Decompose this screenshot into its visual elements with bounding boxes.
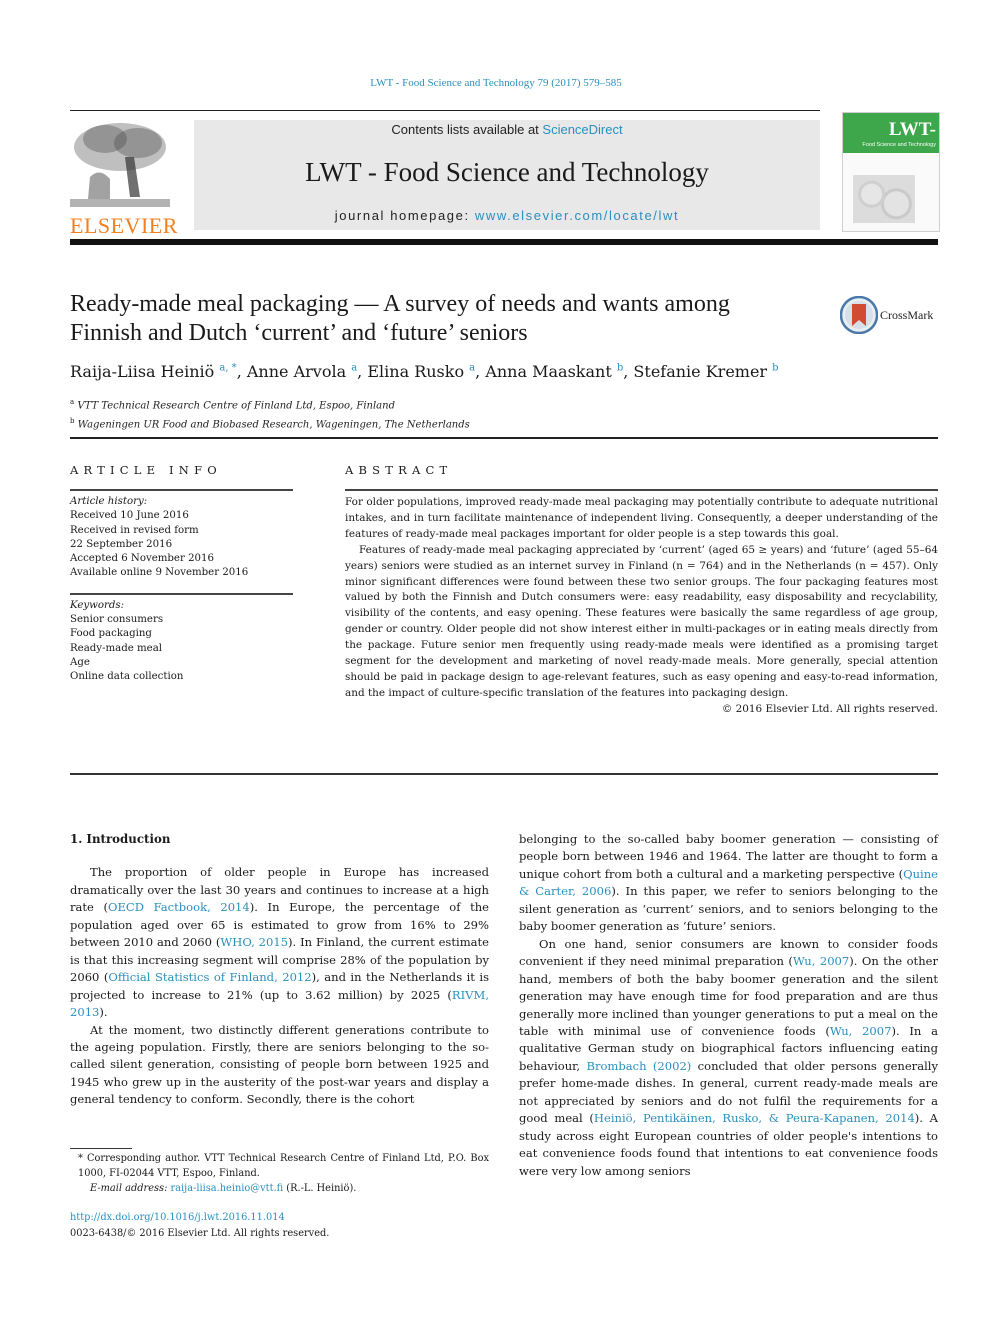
section-heading-introduction: 1. Introduction: [70, 832, 171, 846]
title-line-1: Ready-made meal packaging — A survey of …: [70, 291, 730, 317]
body-paragraph: belonging to the so-called baby boomer g…: [519, 831, 938, 936]
citation-link[interactable]: Wu, 2007: [830, 1024, 892, 1038]
body-paragraph: At the moment, two distinctly different …: [70, 1022, 489, 1107]
affiliations: a VTT Technical Research Centre of Finla…: [70, 395, 470, 433]
keywords-label: Keywords:: [70, 599, 125, 611]
history-item: 22 September 2016: [70, 538, 173, 550]
homepage-line: journal homepage: www.elsevier.com/locat…: [194, 208, 820, 223]
body-paragraph: The proportion of older people in Europe…: [70, 864, 489, 1021]
author-name[interactable]: Elina Rusko: [367, 362, 464, 381]
abstract-heading: ABSTRACT: [345, 463, 453, 477]
running-head[interactable]: LWT - Food Science and Technology 79 (20…: [0, 77, 992, 89]
article-info-rule: [70, 489, 293, 491]
history-item: Available online 9 November 2016: [70, 567, 249, 579]
contents-line: Contents lists available at ScienceDirec…: [194, 122, 820, 137]
keyword-item: Online data collection: [70, 671, 184, 683]
citation-link[interactable]: OECD Factbook, 2014: [108, 900, 250, 914]
article-title: Ready-made meal packaging — A survey of …: [70, 290, 820, 348]
affiliation-mark: b: [70, 416, 75, 425]
affiliation-item: b Wageningen UR Food and Biobased Resear…: [70, 414, 470, 433]
affiliation-mark: a: [70, 398, 75, 406]
doi-link[interactable]: http://dx.doi.org/10.1016/j.lwt.2016.11.…: [70, 1210, 329, 1226]
cover-image: [853, 175, 915, 223]
keyword-item: Ready-made meal: [70, 642, 163, 654]
cover-subtitle: Food Science and Technology: [862, 142, 936, 148]
body-column-right: belonging to the so-called baby boomer g…: [519, 831, 938, 1180]
keywords: Keywords: Senior consumers Food packagin…: [70, 599, 293, 685]
sciencedirect-link[interactable]: ScienceDirect: [542, 122, 622, 137]
keyword-item: Senior consumers: [70, 614, 164, 626]
author-affiliation-mark[interactable]: a, *: [219, 363, 236, 374]
author-name[interactable]: Anne Arvola: [247, 362, 346, 381]
elsevier-logo[interactable]: ELSEVIER: [70, 117, 177, 237]
doi-block: http://dx.doi.org/10.1016/j.lwt.2016.11.…: [70, 1210, 329, 1242]
email-link[interactable]: raija-liisa.heinio@vtt.fi: [171, 1183, 284, 1194]
keyword-item: Age: [70, 656, 90, 668]
keywords-rule: [70, 592, 293, 595]
citation-link[interactable]: Heiniö, Pentikäinen, Rusko, & Peura-Kapa…: [594, 1111, 915, 1125]
body-text: ).: [99, 1005, 108, 1020]
email-label: E-mail address:: [90, 1182, 171, 1194]
history-item: Accepted 6 November 2016: [70, 553, 214, 565]
history-item: Received 10 June 2016: [70, 510, 189, 522]
article-history-label: Article history:: [70, 496, 148, 507]
citation-link[interactable]: Official Statistics of Finland, 2012: [108, 970, 311, 984]
cover-title: LWT-: [888, 119, 936, 140]
abstract-paragraph: Features of ready-made meal packaging ap…: [345, 543, 938, 699]
article-info-panel: ARTICLE INFO Article history: Received 1…: [70, 463, 293, 685]
author-name[interactable]: Stefanie Kremer: [633, 362, 767, 381]
affiliation-text: Wageningen UR Food and Biobased Research…: [77, 419, 470, 431]
crossmark-icon: [840, 296, 878, 334]
abstract-divider: [70, 773, 938, 775]
keyword-item: Food packaging: [70, 628, 152, 640]
homepage-prefix: journal homepage:: [334, 208, 475, 223]
abstract-panel: ABSTRACT For older populations, improved…: [345, 463, 938, 715]
email-line: E-mail address: raija-liisa.heinio@vtt.f…: [70, 1182, 489, 1197]
crossmark-label: CrossMark: [880, 307, 934, 322]
author-name[interactable]: Raija-Liisa Heiniö: [70, 362, 214, 381]
author-name[interactable]: Anna Maaskant: [485, 362, 611, 381]
journal-banner: Contents lists available at ScienceDirec…: [194, 120, 820, 230]
abstract-rule: [345, 489, 938, 491]
citation-link[interactable]: Wu, 2007: [793, 954, 849, 968]
contents-prefix: Contents lists available at: [391, 122, 543, 137]
affiliation-item: a VTT Technical Research Centre of Finla…: [70, 395, 470, 414]
abstract-copyright: © 2016 Elsevier Ltd. All rights reserved…: [721, 702, 938, 715]
author-affiliation-mark[interactable]: a: [351, 363, 357, 374]
journal-citation-link[interactable]: LWT - Food Science and Technology 79 (20…: [370, 77, 622, 89]
corresponding-author-note: * Corresponding author. VTT Technical Re…: [78, 1153, 489, 1179]
journal-title: LWT - Food Science and Technology: [305, 157, 709, 187]
footnote: * Corresponding author. VTT Technical Re…: [70, 1152, 489, 1196]
email-suffix: (R.-L. Heiniö).: [283, 1182, 357, 1194]
citation-link[interactable]: WHO, 2015: [220, 935, 288, 949]
elsevier-wordmark: ELSEVIER: [70, 213, 178, 238]
affiliation-text: VTT Technical Research Centre of Finland…: [77, 400, 395, 412]
header-top-rule: [70, 110, 820, 111]
crossmark-button[interactable]: CrossMark: [840, 296, 933, 334]
author-list: Raija-Liisa Heiniö a, *, Anne Arvola a, …: [70, 362, 779, 381]
history-item: Received in revised form: [70, 524, 199, 536]
body-text: belonging to the so-called baby boomer g…: [519, 832, 938, 881]
footnote-rule: [70, 1148, 132, 1149]
body-column-left: 1. Introduction The proportion of older …: [70, 831, 489, 1109]
article-info-heading: ARTICLE INFO: [70, 463, 222, 477]
title-divider: [70, 437, 938, 439]
author-affiliation-mark[interactable]: b: [772, 363, 778, 374]
citation-link[interactable]: Brombach (2002): [586, 1059, 691, 1073]
title-line-2: Finnish and Dutch ‘current’ and ‘future’…: [70, 320, 528, 346]
article-history: Article history: Received 10 June 2016 R…: [70, 495, 293, 581]
author-affiliation-mark[interactable]: a: [469, 363, 475, 374]
journal-homepage-link[interactable]: www.elsevier.com/locate/lwt: [475, 208, 679, 223]
header-thick-rule: [70, 239, 938, 245]
journal-cover-thumbnail[interactable]: LWT- Food Science and Technology: [842, 112, 940, 232]
elsevier-tree-icon: [70, 117, 170, 209]
body-paragraph: On one hand, senior consumers are known …: [519, 936, 938, 1180]
abstract-paragraph: For older populations, improved ready-ma…: [345, 496, 938, 540]
author-affiliation-mark[interactable]: b: [617, 363, 623, 374]
cover-banner: LWT- Food Science and Technology: [843, 113, 939, 153]
issn-copyright: 0023-6438/© 2016 Elsevier Ltd. All right…: [70, 1228, 330, 1239]
